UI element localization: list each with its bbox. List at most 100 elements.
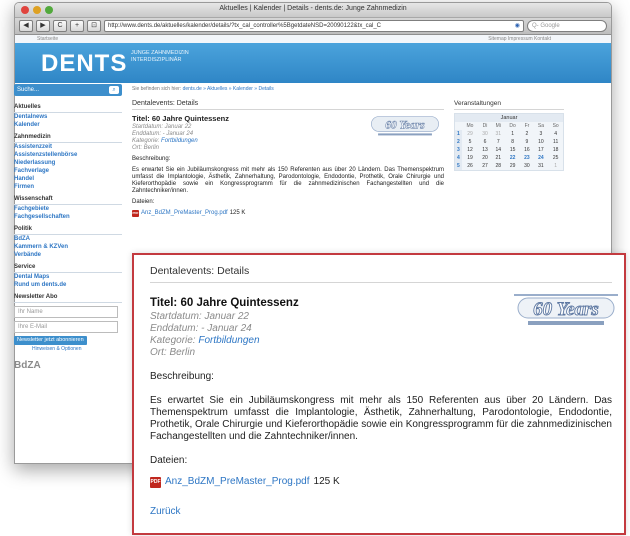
google-search-field[interactable]: Q- Google bbox=[527, 20, 607, 32]
sidebar-item[interactable]: Firmen bbox=[14, 183, 122, 191]
sidebar-item[interactable]: Verbände bbox=[14, 251, 122, 259]
calendar-day[interactable]: 2 bbox=[520, 130, 533, 138]
calendar-day[interactable]: 7 bbox=[492, 138, 505, 146]
zoom-pdf-file-size: 125 K bbox=[313, 476, 340, 487]
calendar-week-number[interactable]: 1 bbox=[455, 130, 462, 138]
calendar-day[interactable]: 22 bbox=[505, 154, 520, 162]
calendar-day[interactable]: 3 bbox=[534, 130, 549, 138]
calendar-day[interactable]: 1 bbox=[548, 162, 563, 170]
breadcrumb-path[interactable]: dents.de » Aktuelles » Kalender » Detail… bbox=[183, 86, 274, 92]
sidebar-item[interactable]: Rund um dents.de bbox=[14, 281, 122, 289]
site-search-input[interactable]: Suche... bbox=[17, 87, 109, 93]
calendar-day[interactable]: 19 bbox=[462, 154, 479, 162]
calendar-day[interactable]: 16 bbox=[520, 146, 533, 154]
calendar-day[interactable]: 30 bbox=[520, 162, 533, 170]
newsletter-subscribe-button[interactable]: Newsletter jetzt abonnieren bbox=[14, 336, 87, 345]
bdza-logo[interactable]: BdZA bbox=[14, 360, 122, 371]
badge-text: 60 Years bbox=[385, 120, 425, 132]
calendar-day[interactable]: 28 bbox=[492, 162, 505, 170]
dents-logo[interactable]: DENTS bbox=[41, 50, 127, 78]
calendar-day[interactable]: 10 bbox=[534, 138, 549, 146]
reload-button[interactable]: C bbox=[53, 20, 67, 32]
newsletter-name-field[interactable]: Ihr Name bbox=[14, 306, 118, 318]
sidebar-item[interactable]: Handel bbox=[14, 175, 122, 183]
rss-icon[interactable]: ◉ bbox=[515, 21, 520, 31]
forward-button[interactable]: ▶ bbox=[36, 20, 50, 32]
sidebar-item[interactable]: BdZA bbox=[14, 235, 122, 243]
search-icon[interactable]: ⌕ bbox=[109, 86, 119, 94]
calendar-day[interactable]: 17 bbox=[534, 146, 549, 154]
calendar-day[interactable]: 29 bbox=[505, 162, 520, 170]
calendar-day[interactable]: 11 bbox=[548, 138, 563, 146]
files-label: Dateien: bbox=[132, 199, 155, 205]
calendar-day-name: Do bbox=[509, 123, 516, 129]
newsletter-options-link[interactable]: Hinweisen & Optionen bbox=[14, 346, 122, 352]
event-location: Ort: Berlin bbox=[132, 145, 160, 151]
sidebar-item[interactable]: Fachverlage bbox=[14, 167, 122, 175]
calendar-day[interactable]: 14 bbox=[492, 146, 505, 154]
newsletter-heading: Newsletter Abo bbox=[14, 292, 122, 303]
left-sidebar: Suche... ⌕ Aktuelles Dentalnews Kalender Za… bbox=[14, 84, 122, 371]
service-links[interactable]: Sitemap Impressum Kontakt bbox=[488, 35, 551, 43]
calendar-week-number[interactable]: 5 bbox=[455, 162, 462, 170]
pdf-file-link[interactable]: Anz_BdZM_PreMaster_Prog.pdf bbox=[141, 210, 228, 217]
calendar-day[interactable]: 5 bbox=[462, 138, 479, 146]
calendar-week-number[interactable]: 3 bbox=[455, 146, 462, 154]
calendar-day[interactable]: 15 bbox=[505, 146, 520, 154]
sidebar-item[interactable]: Fachgebiete bbox=[14, 205, 122, 213]
calendar-day[interactable]: 1 bbox=[505, 130, 520, 138]
sidebar-item[interactable]: Niederlassung bbox=[14, 159, 122, 167]
back-button[interactable]: ◀ bbox=[19, 20, 33, 32]
sidebar-item[interactable]: Dental Maps bbox=[14, 273, 122, 281]
calendar-week-number[interactable]: 2 bbox=[455, 138, 462, 146]
calendar-day[interactable]: 13 bbox=[478, 146, 491, 154]
sidebar-heading: Zahnmedizin bbox=[14, 132, 122, 143]
back-link[interactable]: Zurück bbox=[150, 506, 612, 518]
calendar-day[interactable]: 6 bbox=[478, 138, 491, 146]
calendar-heading: Veranstaltungen bbox=[454, 100, 564, 110]
calendar-day[interactable]: 9 bbox=[520, 138, 533, 146]
calendar-corner bbox=[455, 122, 462, 130]
calendar-day[interactable]: 12 bbox=[462, 146, 479, 154]
calendar-widget: Veranstaltungen Januar Mo Di Mi Do Fr Sa So 1 29… bbox=[454, 100, 564, 171]
calendar-day[interactable]: 4 bbox=[548, 130, 563, 138]
calendar-day[interactable]: 8 bbox=[505, 138, 520, 146]
sidebar-heading: Wissenschaft bbox=[14, 194, 122, 205]
calendar-week-number[interactable]: 4 bbox=[455, 154, 462, 162]
calendar-day[interactable]: 18 bbox=[548, 146, 563, 154]
site-banner: DENTS JUNGE ZAHNMEDIZIN INTERDISZIPLINÄR bbox=[15, 43, 611, 83]
calendar-day[interactable]: 21 bbox=[492, 154, 505, 162]
address-bar[interactable]: http://www.dents.de/aktuelles/kalender/d… bbox=[104, 20, 524, 32]
calendar-day[interactable]: 25 bbox=[548, 154, 563, 162]
zoom-pdf-file-link[interactable]: Anz_BdZM_PreMaster_Prog.pdf bbox=[165, 476, 310, 488]
tab-view-button[interactable]: ⊡ bbox=[87, 20, 101, 32]
calendar-day[interactable]: 23 bbox=[520, 154, 533, 162]
home-link[interactable]: Startseite bbox=[37, 36, 58, 42]
calendar-day[interactable]: 31 bbox=[492, 130, 505, 138]
calendar-day[interactable]: 29 bbox=[462, 130, 479, 138]
calendar-day[interactable]: 31 bbox=[534, 162, 549, 170]
calendar-day[interactable]: 27 bbox=[478, 162, 491, 170]
calendar-day[interactable]: 24 bbox=[534, 154, 549, 162]
calendar-day[interactable]: 20 bbox=[478, 154, 491, 162]
calendar-day-name: So bbox=[552, 123, 559, 129]
zoom-badge-text: 60 Years bbox=[533, 299, 599, 320]
sidebar-item[interactable]: Fachgesellschaften bbox=[14, 213, 122, 221]
sidebar-heading: Service bbox=[14, 262, 122, 273]
event-details-small: Dentalevents: Details Titel: 60 Jahre Qu… bbox=[132, 100, 444, 221]
category-link[interactable]: Fortbildungen bbox=[161, 138, 198, 144]
sidebar-item[interactable]: Assistenzstellenbörse bbox=[14, 151, 122, 159]
site-search[interactable]: Suche... ⌕ bbox=[14, 84, 122, 96]
add-bookmark-button[interactable]: + bbox=[70, 20, 84, 32]
sidebar-item[interactable]: Kalender bbox=[14, 121, 122, 129]
newsletter-email-field[interactable]: Ihre E-Mail bbox=[14, 321, 118, 333]
site-tagline: JUNGE ZAHNMEDIZIN INTERDISZIPLINÄR bbox=[131, 50, 189, 63]
calendar-day[interactable]: 30 bbox=[478, 130, 491, 138]
sidebar-item[interactable]: Assistenzzeit bbox=[14, 143, 122, 151]
calendar-day-name: Sa bbox=[537, 123, 544, 129]
zoom-category-link[interactable]: Fortbildungen bbox=[198, 335, 259, 346]
sidebar-item[interactable]: Dentalnews bbox=[14, 113, 122, 121]
calendar-day[interactable]: 26 bbox=[462, 162, 479, 170]
zoom-description-text: Es erwartet Sie ein Jubiläumskongress mi… bbox=[150, 395, 612, 442]
sidebar-item[interactable]: Kammern & KZVen bbox=[14, 243, 122, 251]
